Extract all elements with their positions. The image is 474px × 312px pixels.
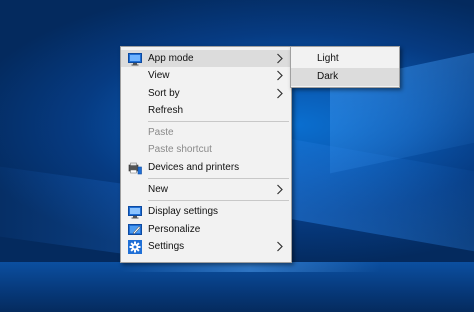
- menu-item-refresh[interactable]: Refresh: [121, 102, 291, 119]
- menu-item-display-settings[interactable]: Display settings: [121, 203, 291, 220]
- menu-item-label: Personalize: [148, 223, 201, 235]
- submenu-item-label: Light: [317, 53, 339, 64]
- menu-item-paste-shortcut[interactable]: Paste shortcut: [121, 141, 291, 158]
- menu-item-settings[interactable]: Settings: [121, 238, 291, 255]
- menu-item-label: New: [148, 184, 169, 196]
- personalize-icon: [128, 223, 142, 237]
- menu-item-label: Devices and printers: [148, 161, 240, 173]
- menu-item-label: Refresh: [148, 104, 184, 116]
- menu-item-label: View: [148, 70, 170, 82]
- menu-item-sort-by[interactable]: Sort by: [121, 85, 291, 102]
- gear-icon: [128, 239, 142, 254]
- menu-item-devices-and-printers[interactable]: Devices and printers: [121, 159, 291, 176]
- menu-item-paste[interactable]: Paste: [121, 124, 291, 141]
- chevron-right-icon: [276, 70, 284, 81]
- display-icon: [128, 205, 142, 219]
- chevron-right-icon: [276, 53, 284, 64]
- menu-item-label: Display settings: [148, 206, 219, 218]
- desktop-context-menu: App mode View Sort by Refresh Paste Past: [120, 46, 292, 263]
- menu-item-app-mode[interactable]: App mode: [121, 50, 291, 68]
- menu-separator: [148, 121, 289, 123]
- devices-printers-icon: [128, 161, 142, 175]
- menu-item-view[interactable]: View: [121, 67, 291, 84]
- menu-item-new[interactable]: New: [121, 181, 291, 198]
- app-mode-submenu: Light Dark: [290, 46, 400, 88]
- menu-separator: [148, 200, 289, 202]
- submenu-item-label: Dark: [317, 71, 339, 82]
- menu-item-label: App mode: [148, 53, 194, 64]
- wallpaper-floor-shine: [120, 262, 380, 272]
- desktop-background[interactable]: App mode View Sort by Refresh Paste Past: [0, 0, 474, 312]
- menu-item-personalize[interactable]: Personalize: [121, 221, 291, 238]
- menu-separator: [148, 178, 289, 180]
- chevron-right-icon: [276, 184, 284, 195]
- wallpaper-light-ray: [290, 138, 474, 262]
- submenu-item-dark[interactable]: Dark: [291, 68, 399, 86]
- chevron-right-icon: [276, 88, 284, 99]
- monitor-icon: [128, 52, 142, 66]
- chevron-right-icon: [276, 241, 284, 252]
- submenu-item-light[interactable]: Light: [291, 50, 399, 68]
- menu-item-label: Settings: [148, 240, 185, 252]
- menu-item-label: Paste: [148, 127, 174, 139]
- menu-item-label: Paste shortcut: [148, 144, 212, 156]
- menu-item-label: Sort by: [148, 87, 180, 99]
